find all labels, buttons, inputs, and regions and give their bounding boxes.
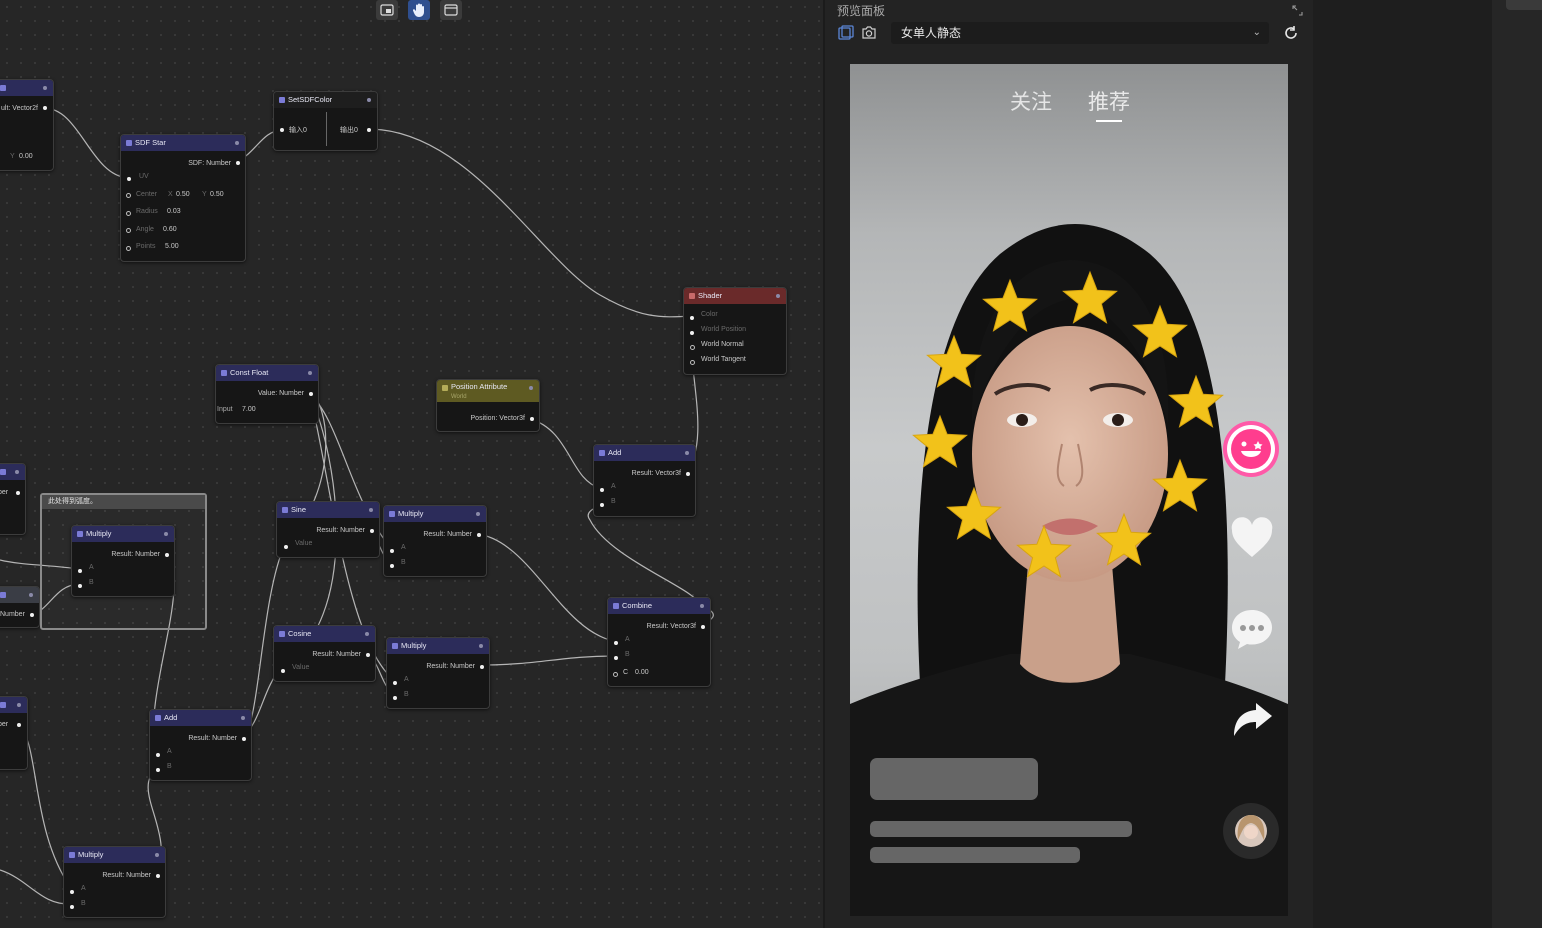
wire <box>0 869 72 905</box>
node-header: SetSDFColor <box>274 92 377 108</box>
popout-icon[interactable] <box>1292 3 1303 21</box>
phone-preview[interactable]: 关注 推荐 <box>850 64 1288 916</box>
output-port[interactable] <box>30 613 34 617</box>
sine-node[interactable]: Sine Result: Number Value <box>276 501 380 558</box>
star-icon <box>1096 512 1152 566</box>
partial-node[interactable]: ber <box>0 463 26 535</box>
preset-bar: 女单人静态 ⌄ <box>833 22 1305 44</box>
group-label[interactable]: 此处得到弧度。 <box>42 495 205 509</box>
tab-follow[interactable]: 关注 <box>1010 86 1052 116</box>
node-graph-canvas[interactable]: ult: Vector2f Y 0.00 SDF Star SDF: Numbe… <box>0 0 823 928</box>
input-port[interactable] <box>280 128 284 132</box>
camera-icon[interactable] <box>861 25 877 45</box>
node-header: Multiply <box>64 847 165 863</box>
star-icon <box>912 414 968 468</box>
caption-line-placeholder <box>870 821 1132 837</box>
multiply-node[interactable]: Multiply Result: Number A B <box>386 637 490 709</box>
right-edge-tab[interactable] <box>1506 0 1542 10</box>
preview-panel: 预览面板 女单人静态 ⌄ 关注 推荐 <box>825 0 1313 928</box>
caption-placeholder <box>870 758 1038 800</box>
node-header: Shader <box>684 288 786 304</box>
tab-underline <box>1096 120 1122 122</box>
output-port[interactable] <box>477 533 481 537</box>
output-port[interactable] <box>242 737 246 741</box>
star-icon <box>1016 524 1072 578</box>
set-sdf-color-node[interactable]: SetSDFColor 输入0 输出0 <box>273 91 378 151</box>
node-header: Add <box>594 445 695 461</box>
effect-face-icon[interactable] <box>1222 420 1280 478</box>
node-header: Add <box>150 710 251 726</box>
heart-icon[interactable] <box>1230 517 1274 559</box>
multiply-node[interactable]: Multiply Result: Number A B <box>63 846 166 918</box>
wire <box>367 128 692 318</box>
combine-node[interactable]: Combine Result: Vector3f A B C 0.00 <box>607 597 711 687</box>
comment-icon[interactable] <box>1230 608 1274 650</box>
wire <box>529 418 601 489</box>
output-port[interactable] <box>17 723 21 727</box>
refresh-icon[interactable] <box>1283 25 1299 46</box>
shader-node[interactable]: Shader Color World Position World Normal… <box>683 287 787 375</box>
star-icon <box>1062 270 1118 324</box>
hand-icon[interactable] <box>408 0 430 20</box>
tab-recommend[interactable]: 推荐 <box>1088 86 1130 116</box>
wire <box>43 107 129 179</box>
window-icon[interactable] <box>440 0 462 20</box>
node-header: Position Attribute World <box>437 380 539 402</box>
chevron-down-icon: ⌄ <box>1252 27 1261 38</box>
caption-line-placeholder <box>870 847 1080 863</box>
node-header: Combine <box>608 598 710 614</box>
layers-icon[interactable] <box>838 25 854 46</box>
node-header: Const Float <box>216 365 318 381</box>
star-icon <box>1152 458 1208 512</box>
output-port[interactable] <box>156 874 160 878</box>
node-header: Sine <box>277 502 379 518</box>
cosine-node[interactable]: Cosine Result: Number Value <box>273 625 376 682</box>
output-port[interactable] <box>480 665 484 669</box>
star-icon <box>1132 304 1188 358</box>
partial-node-vector2f[interactable]: ult: Vector2f Y 0.00 <box>0 79 54 171</box>
node-header: SDF Star <box>121 135 245 151</box>
sdf-star-node[interactable]: SDF Star SDF: Number UV Center X 0.50 Y … <box>120 134 246 262</box>
output-port[interactable] <box>370 529 374 533</box>
const-float-node[interactable]: Const Float Value: Number Input 7.00 <box>215 364 319 424</box>
node-header: Multiply <box>387 638 489 654</box>
avatar[interactable] <box>1222 802 1280 860</box>
output-port[interactable] <box>309 392 313 396</box>
node-header: Multiply <box>384 506 486 522</box>
output-port[interactable] <box>686 472 690 476</box>
add-vector-node[interactable]: Add Result: Vector3f A B <box>593 444 696 517</box>
multiply-node[interactable]: Multiply Result: Number A B <box>383 505 487 577</box>
partial-node[interactable]: Number <box>0 586 40 628</box>
add-number-node[interactable]: Add Result: Number A B <box>149 709 252 781</box>
node-header: Multiply <box>72 526 174 542</box>
star-icon <box>946 486 1002 540</box>
output-port[interactable] <box>165 553 169 557</box>
output-port[interactable] <box>701 625 705 629</box>
multiply-node[interactable]: Multiply Result: Number A B <box>71 525 175 597</box>
output-port[interactable] <box>43 106 47 110</box>
star-icon <box>982 278 1038 332</box>
output-port[interactable] <box>366 653 370 657</box>
wire <box>479 655 615 666</box>
output-port[interactable] <box>530 417 534 421</box>
star-icon <box>926 334 982 388</box>
screen-icon[interactable] <box>376 0 398 20</box>
star-icon <box>1168 374 1224 428</box>
input-port[interactable] <box>127 177 131 181</box>
wire <box>476 533 615 642</box>
panel-title: 预览面板 <box>837 4 886 18</box>
position-attribute-node[interactable]: Position Attribute World Position: Vecto… <box>436 379 540 432</box>
node-header: Cosine <box>274 626 375 642</box>
output-port[interactable] <box>367 128 371 132</box>
partial-node[interactable]: ber <box>0 696 28 770</box>
output-port[interactable] <box>16 491 20 495</box>
preset-select[interactable]: 女单人静态 ⌄ <box>891 22 1269 44</box>
share-icon[interactable] <box>1232 702 1274 738</box>
right-edge-panel <box>1492 0 1542 928</box>
output-port[interactable] <box>236 161 240 165</box>
